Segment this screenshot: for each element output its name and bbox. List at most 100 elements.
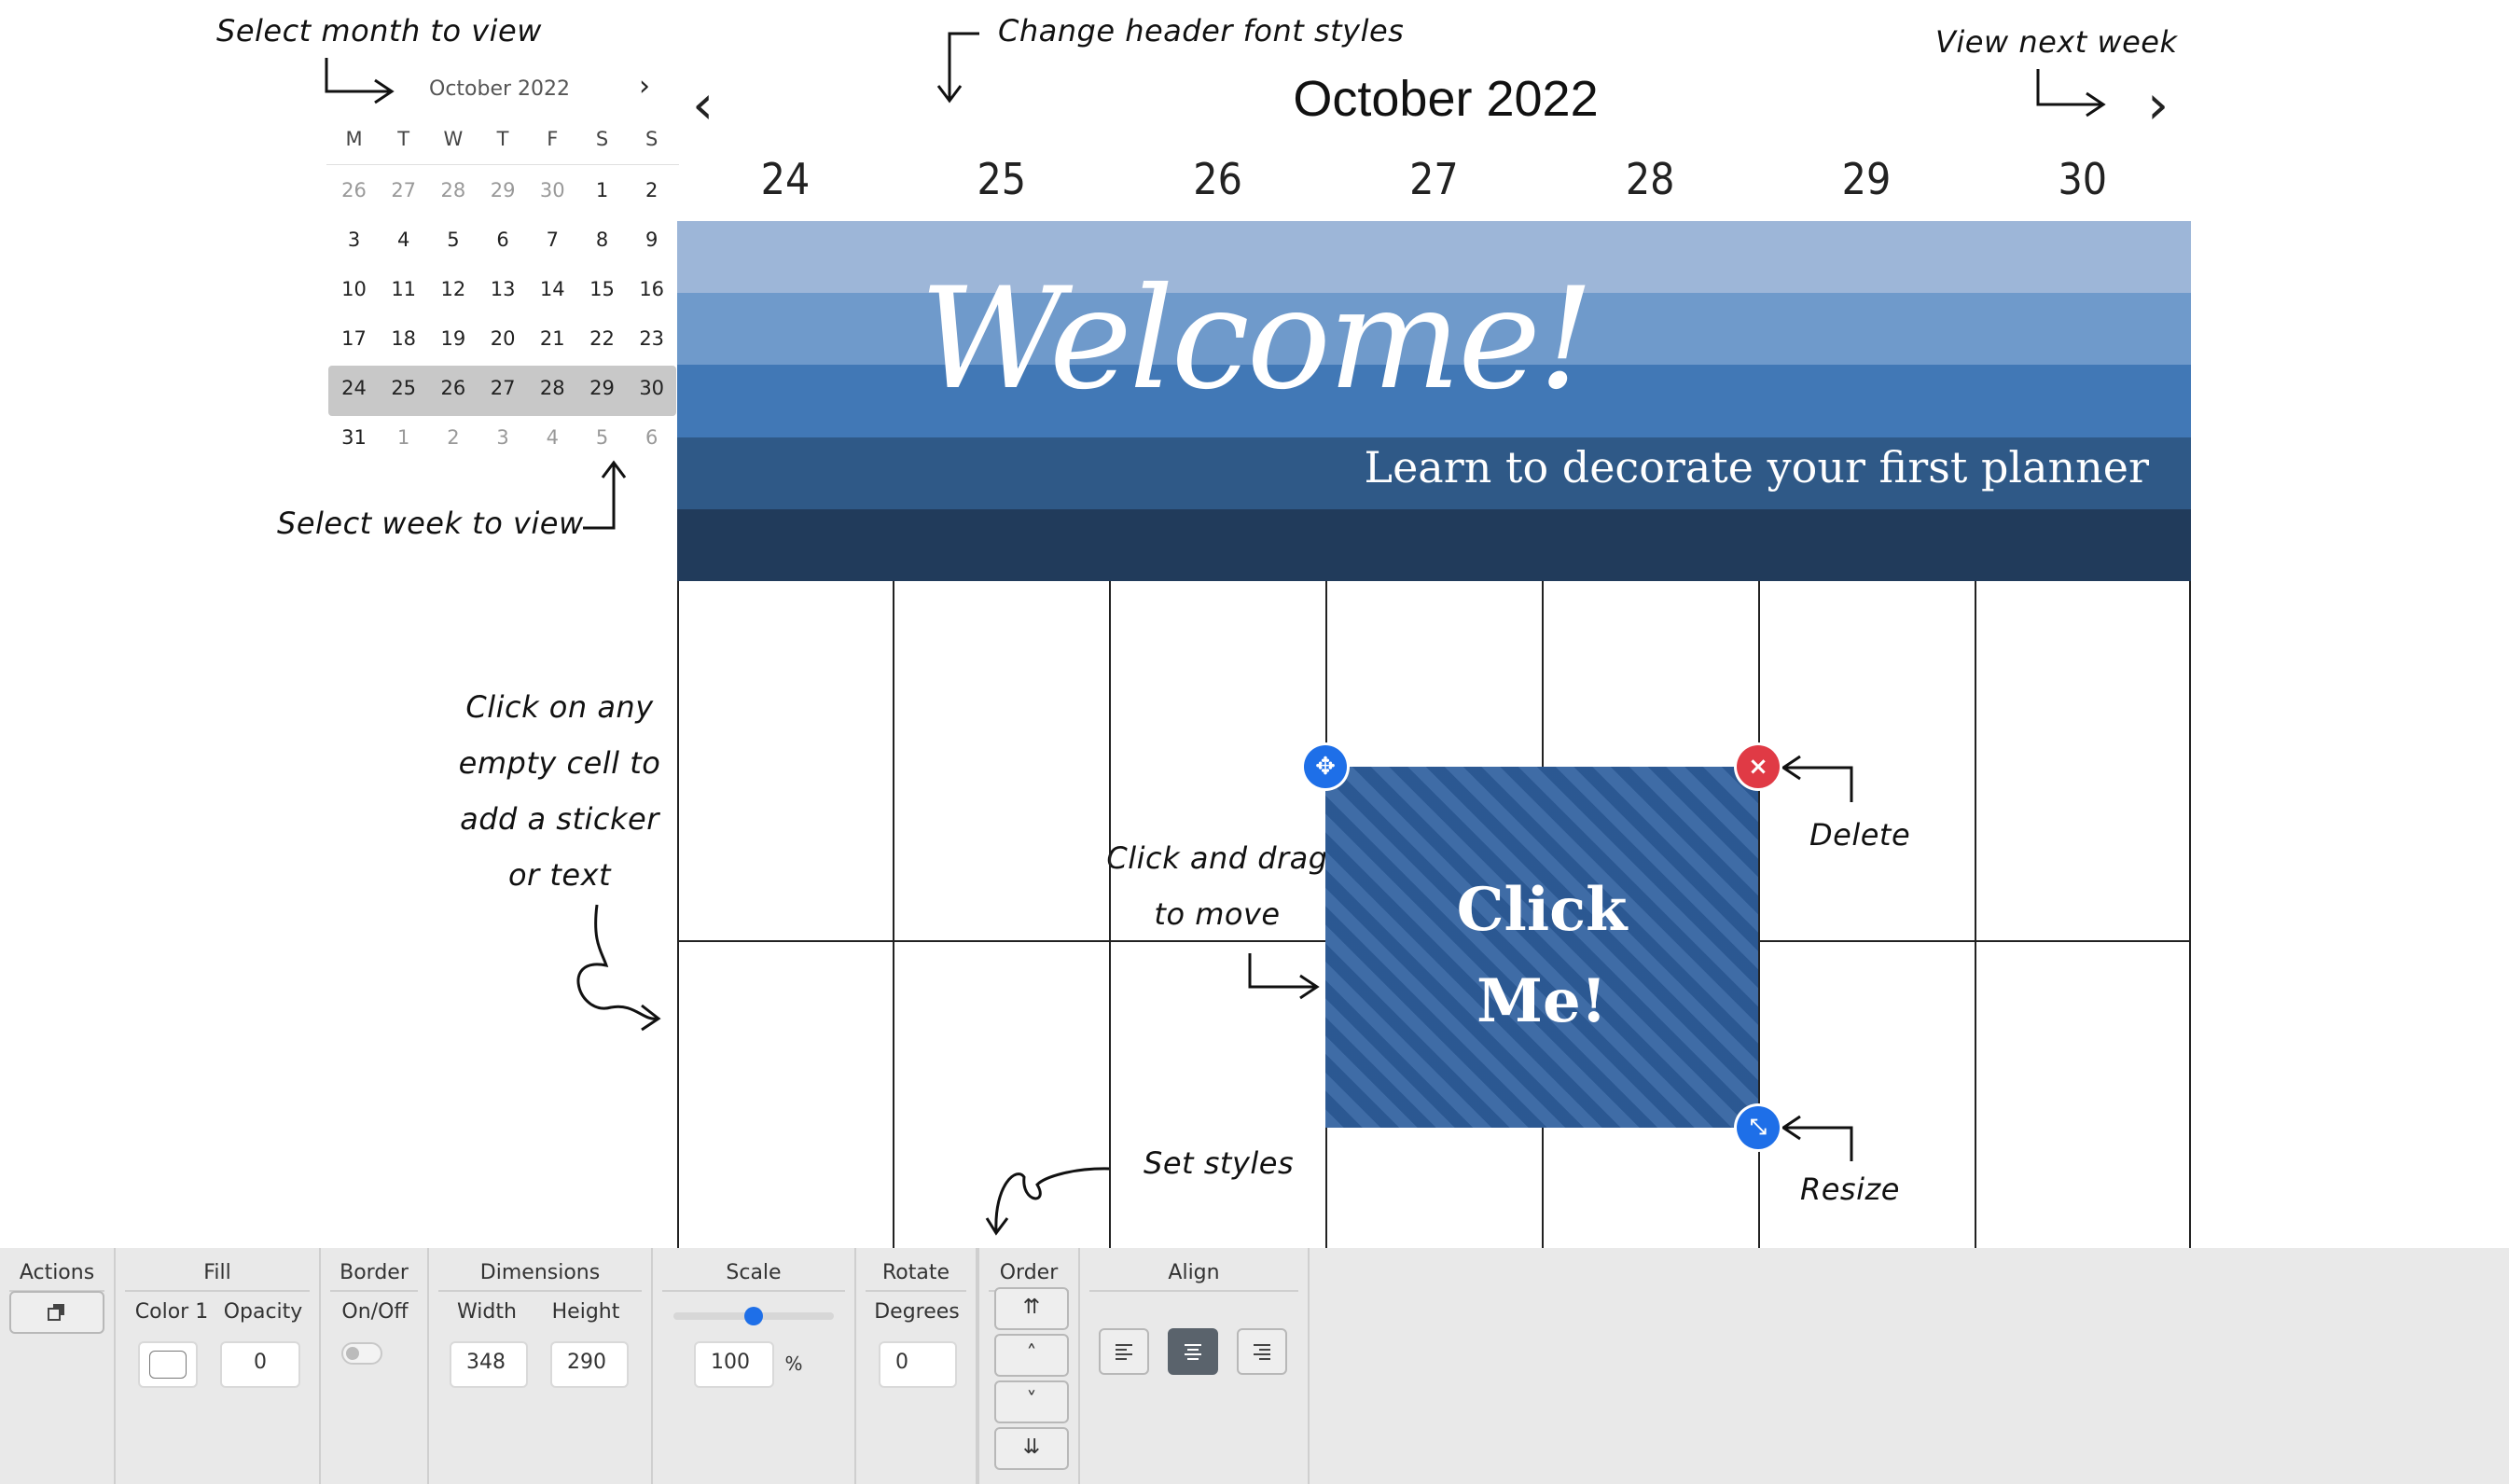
mini-calendar-day[interactable]: 23 <box>627 327 676 350</box>
arrow-empty-cell <box>576 904 661 1032</box>
toolbar-section-title: Fill <box>203 1261 231 1284</box>
move-icon[interactable]: ✥ <box>1304 745 1347 788</box>
mini-calendar-day[interactable]: 11 <box>379 278 428 300</box>
toolbar-section-title: Scale <box>726 1261 782 1284</box>
mini-calendar-day[interactable]: 3 <box>478 426 528 449</box>
mini-calendar-next-month-button[interactable]: › <box>639 70 650 103</box>
toolbar-rotate: Rotate Degrees 0 <box>856 1248 977 1484</box>
mini-calendar-day[interactable]: 2 <box>428 426 478 449</box>
width-input[interactable]: 348 <box>450 1341 528 1388</box>
duplicate-button[interactable] <box>9 1291 104 1334</box>
scale-slider-track[interactable] <box>673 1307 834 1325</box>
mini-calendar-day[interactable]: 16 <box>627 278 676 300</box>
mini-calendar-day[interactable]: 7 <box>528 229 577 251</box>
mini-calendar-day[interactable]: 29 <box>577 377 627 399</box>
align-right-button[interactable] <box>1237 1328 1287 1375</box>
toolbar-divider <box>1089 1290 1298 1292</box>
mini-calendar-day[interactable]: 12 <box>428 278 478 300</box>
close-icon[interactable]: × <box>1737 745 1780 788</box>
height-label: Height <box>551 1300 620 1324</box>
resize-icon[interactable]: ⤡ <box>1737 1106 1780 1149</box>
mini-calendar-day[interactable]: 26 <box>428 377 478 399</box>
mini-calendar-day[interactable]: 14 <box>528 278 577 300</box>
toolbar-divider <box>662 1290 845 1292</box>
send-to-back-icon: ⇊ <box>1022 1435 1041 1459</box>
mini-calendar-day[interactable]: 1 <box>577 179 627 201</box>
mini-calendar-day[interactable]: 29 <box>478 179 528 201</box>
mini-calendar-day[interactable]: 5 <box>428 229 478 251</box>
banner-title[interactable]: Welcome! <box>920 258 1594 421</box>
sticker-text-line: Click <box>1456 875 1628 945</box>
duplicate-icon <box>48 1304 64 1321</box>
toolbar-border: Border On/Off <box>321 1248 429 1484</box>
bring-to-front-icon: ⇈ <box>1022 1296 1041 1319</box>
mini-calendar-day[interactable]: 5 <box>577 426 627 449</box>
mini-calendar-day[interactable]: 25 <box>379 377 428 399</box>
send-backward-button[interactable]: ˅ <box>994 1380 1069 1423</box>
mini-calendar-day[interactable]: 20 <box>478 327 528 350</box>
toolbar-dimensions: Dimensions Width Height 348 290 <box>429 1248 653 1484</box>
degrees-input[interactable]: 0 <box>879 1341 957 1388</box>
mini-calendar-day[interactable]: 31 <box>329 426 379 449</box>
scale-unit: % <box>784 1352 803 1375</box>
bring-to-front-button[interactable]: ⇈ <box>994 1287 1069 1330</box>
align-left-button[interactable] <box>1099 1328 1149 1375</box>
sticker-text[interactable]: Click Me! <box>1325 865 1758 1047</box>
mini-calendar-day[interactable]: 2 <box>627 179 676 201</box>
send-backward-icon: ˅ <box>1026 1389 1037 1412</box>
align-center-button[interactable] <box>1168 1328 1218 1375</box>
height-input[interactable]: 290 <box>550 1341 629 1388</box>
mini-calendar-day[interactable]: 10 <box>329 278 379 300</box>
mini-calendar-day[interactable]: 19 <box>428 327 478 350</box>
banner-subtitle[interactable]: Learn to decorate your first planner <box>1365 442 2149 492</box>
toolbar-actions: Actions <box>0 1248 116 1484</box>
mini-calendar-day[interactable]: 3 <box>329 229 379 251</box>
mini-calendar-day[interactable]: 18 <box>379 327 428 350</box>
border-toggle[interactable] <box>341 1342 382 1365</box>
scale-slider-thumb[interactable] <box>744 1307 763 1325</box>
align-right-icon <box>1254 1344 1270 1360</box>
toolbar-divider <box>866 1290 966 1292</box>
mini-calendar-day[interactable]: 6 <box>478 229 528 251</box>
mini-calendar-day[interactable]: 27 <box>379 179 428 201</box>
mini-calendar-day[interactable]: 30 <box>528 179 577 201</box>
toolbar-divider <box>438 1290 642 1292</box>
mini-calendar-day[interactable]: 26 <box>329 179 379 201</box>
mini-calendar-day[interactable]: 28 <box>528 377 577 399</box>
toolbar-section-title: Align <box>1168 1261 1220 1284</box>
mini-calendar-day[interactable]: 4 <box>379 229 428 251</box>
toolbar-align: Align <box>1080 1248 1310 1484</box>
mini-calendar-day[interactable]: 24 <box>329 377 379 399</box>
toolbar-section-title: Rotate <box>881 1261 950 1284</box>
mini-calendar-day[interactable]: 13 <box>478 278 528 300</box>
mini-calendar-day[interactable]: 28 <box>428 179 478 201</box>
mini-calendar-day[interactable]: 1 <box>379 426 428 449</box>
mini-calendar-day[interactable]: 17 <box>329 327 379 350</box>
fill-color-swatch[interactable] <box>138 1341 198 1388</box>
header-banner[interactable]: Welcome! Learn to decorate your first pl… <box>677 221 2191 581</box>
mini-calendar-weekday: T <box>397 128 410 150</box>
fill-opacity-input[interactable]: 0 <box>220 1341 300 1388</box>
toggle-knob <box>346 1347 359 1360</box>
mini-calendar-day[interactable]: 15 <box>577 278 627 300</box>
mini-calendar-day[interactable]: 8 <box>577 229 627 251</box>
bring-forward-button[interactable]: ˄ <box>994 1334 1069 1377</box>
align-left-icon <box>1116 1344 1132 1360</box>
sticker[interactable]: Click Me! <box>1325 767 1758 1128</box>
toolbar-scale: Scale 100 % <box>653 1248 856 1484</box>
mini-calendar-day[interactable]: 27 <box>478 377 528 399</box>
mini-calendar-day[interactable]: 4 <box>528 426 577 449</box>
arrow-select-month <box>325 58 395 104</box>
toolbar-order: Order ⇈ ˄ ˅ ⇊ <box>977 1248 1080 1484</box>
mini-calendar-day[interactable]: 22 <box>577 327 627 350</box>
mini-calendar-day[interactable]: 21 <box>528 327 577 350</box>
mini-calendar-day[interactable]: 9 <box>627 229 676 251</box>
send-to-back-button[interactable]: ⇊ <box>994 1427 1069 1470</box>
toolbar-section-title: Border <box>340 1261 409 1284</box>
arrow-select-week <box>583 460 627 530</box>
mini-calendar-day[interactable]: 6 <box>627 426 676 449</box>
toolbar-section-title: Actions <box>19 1261 95 1284</box>
mini-calendar-day[interactable]: 30 <box>627 377 676 399</box>
scale-input[interactable]: 100 <box>694 1341 774 1388</box>
mini-calendar-month-label[interactable]: October 2022 <box>429 77 570 101</box>
